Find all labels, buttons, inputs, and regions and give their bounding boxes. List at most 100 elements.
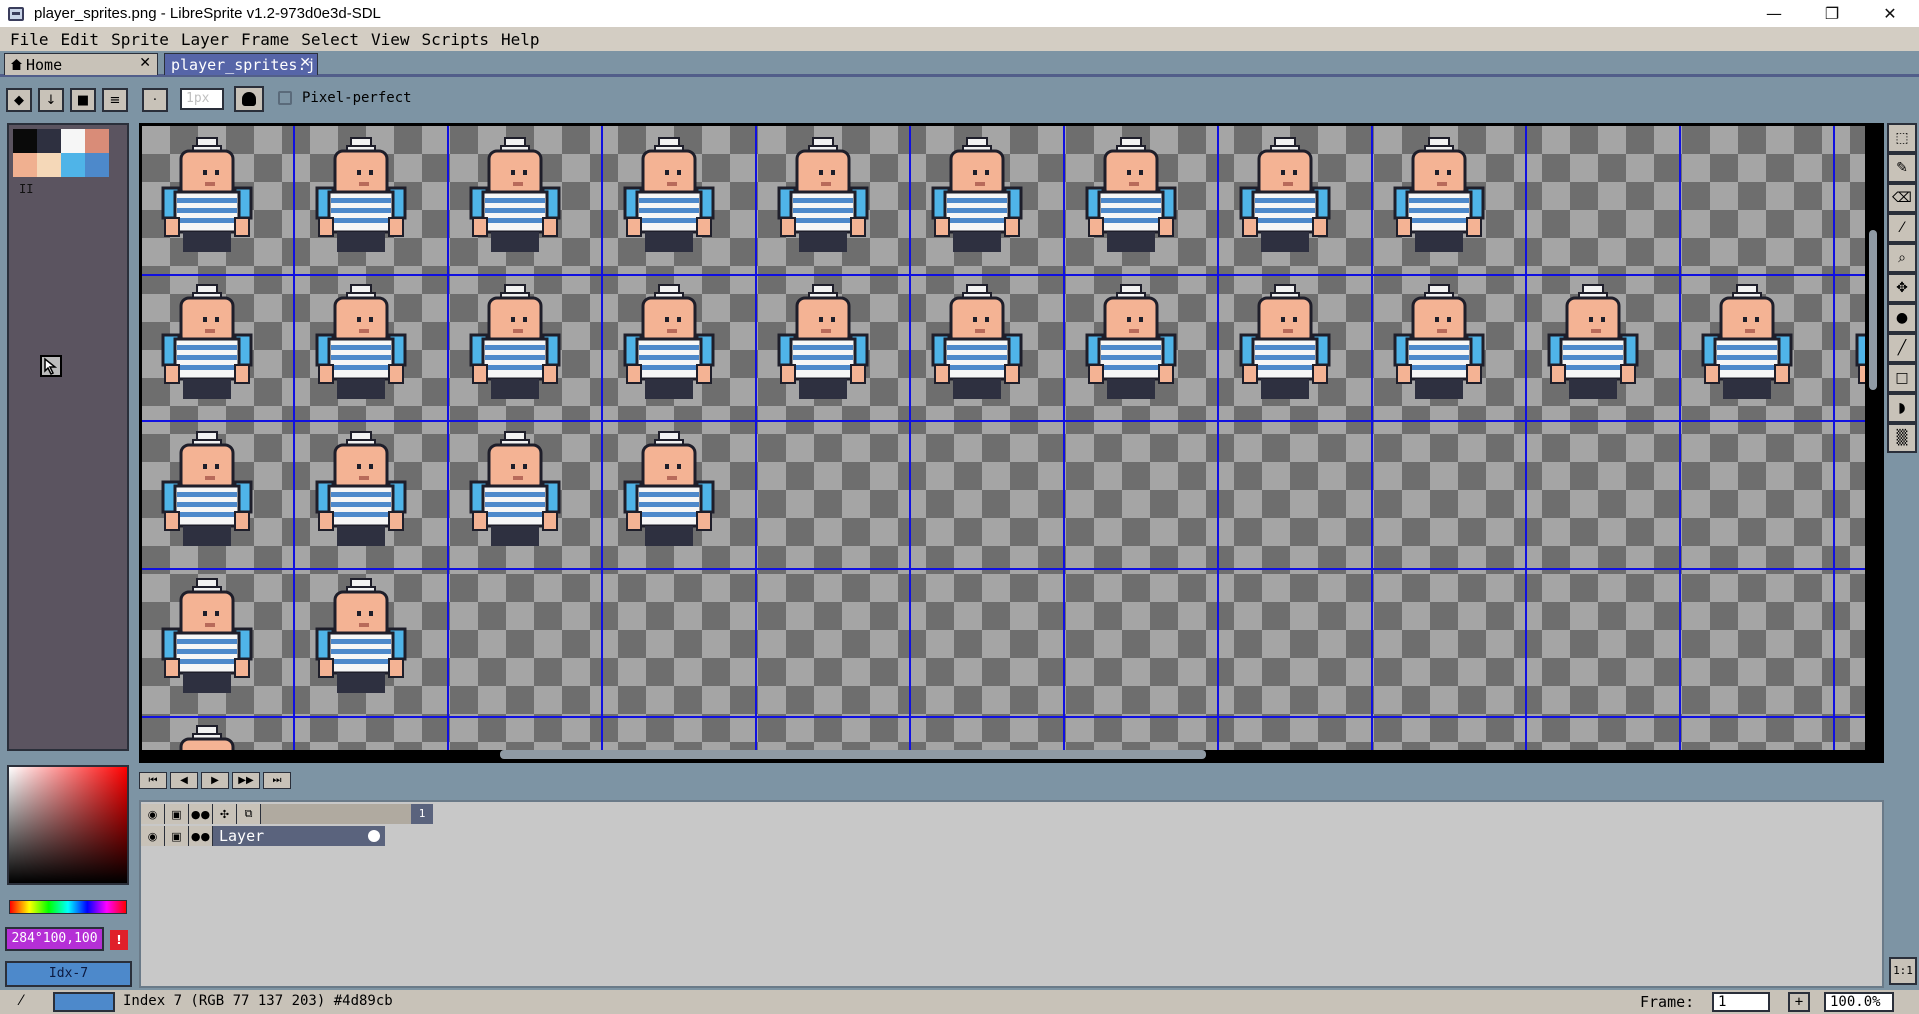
- brush-dot-icon[interactable]: ·: [142, 88, 168, 112]
- close-window-button[interactable]: ✕: [1861, 0, 1919, 27]
- palette-swatch[interactable]: [61, 153, 85, 177]
- menu-view[interactable]: View: [365, 30, 416, 49]
- eraser-tool-icon[interactable]: ⌫: [1887, 183, 1917, 213]
- sprite-frame: [461, 283, 569, 403]
- layer-name[interactable]: Layer: [213, 826, 363, 846]
- menu-layer[interactable]: Layer: [175, 30, 235, 49]
- visibility-header-icon[interactable]: ◉: [141, 804, 165, 824]
- tab-home-close-icon[interactable]: ✕: [139, 55, 151, 71]
- paint-bucket-tool-icon[interactable]: ●: [1887, 303, 1917, 333]
- tab-player-sprites[interactable]: player_sprites.j ✕: [164, 53, 318, 75]
- blur-tool-icon[interactable]: ▒: [1887, 423, 1917, 453]
- color-index-field[interactable]: Idx-7: [5, 961, 132, 987]
- sprite-frame: [307, 430, 415, 550]
- pixel-perfect-checkbox[interactable]: Pixel-perfect: [278, 90, 412, 106]
- sprite-frame: [615, 430, 723, 550]
- current-color-swatch: [53, 992, 115, 1012]
- previous-frame-button[interactable]: ◀: [170, 772, 198, 789]
- next-frame-button[interactable]: ▶▶: [232, 772, 260, 789]
- timeline-panel: ◉ ▣ ●● ✣ ⧉ 1 ◉ ▣ ●● Layer: [139, 800, 1884, 988]
- sprite-frame: [615, 136, 723, 256]
- sprite-frame: [307, 283, 415, 403]
- brush-options-icon[interactable]: ≡: [102, 88, 128, 112]
- minimize-button[interactable]: —: [1745, 0, 1803, 27]
- menu-help[interactable]: Help: [495, 30, 546, 49]
- brush-size-input[interactable]: 1px: [180, 88, 224, 110]
- contour-tool-icon[interactable]: ◗: [1887, 393, 1917, 423]
- grid-line: [142, 716, 1865, 718]
- move-tool-icon[interactable]: ✥: [1887, 273, 1917, 303]
- continuous-header-icon[interactable]: ●●: [189, 804, 213, 824]
- home-icon: [11, 59, 22, 70]
- menu-edit[interactable]: Edit: [55, 30, 106, 49]
- tab-player-sprites-close-icon[interactable]: ✕: [299, 55, 311, 71]
- cel[interactable]: [363, 826, 385, 846]
- menu-sprite[interactable]: Sprite: [105, 30, 175, 49]
- menu-frame[interactable]: Frame: [235, 30, 295, 49]
- sprite-frame: [1231, 283, 1339, 403]
- frame-input[interactable]: 1: [1712, 992, 1770, 1012]
- brush-square-icon[interactable]: ■: [70, 88, 96, 112]
- palette-swatch[interactable]: [85, 153, 109, 177]
- sprite-canvas[interactable]: [142, 126, 1865, 750]
- pencil-tool-icon[interactable]: ✎: [1887, 153, 1917, 183]
- brush-type-icon[interactable]: ◆: [6, 88, 32, 112]
- zoom-field[interactable]: 100.0%: [1824, 992, 1894, 1012]
- vertical-scrollbar[interactable]: [1869, 230, 1877, 390]
- ink-type-button[interactable]: [234, 86, 264, 112]
- grid-line: [142, 420, 1865, 422]
- brush-down-icon[interactable]: ↓: [38, 88, 64, 112]
- add-frame-button[interactable]: +: [1788, 992, 1810, 1012]
- color-spectrum[interactable]: [7, 765, 129, 885]
- continuous-icon[interactable]: ●●: [189, 826, 213, 846]
- menu-select[interactable]: Select: [295, 30, 365, 49]
- frame-number-header[interactable]: 1: [411, 804, 433, 824]
- hsv-value-field[interactable]: 284°100,100: [5, 927, 104, 951]
- lock-header-icon[interactable]: ▣: [165, 804, 189, 824]
- sprite-frame: [153, 136, 261, 256]
- menu-scripts[interactable]: Scripts: [416, 30, 495, 49]
- zoom-tool-icon[interactable]: ⌕: [1887, 243, 1917, 273]
- canvas-frame: [139, 123, 1884, 763]
- eyedropper-tool-icon[interactable]: ⁄: [1887, 213, 1917, 243]
- first-frame-button[interactable]: ⏮: [139, 772, 167, 789]
- sprite-frame: [1385, 136, 1493, 256]
- sprite-frame: [1847, 283, 1865, 403]
- palette-swatch[interactable]: [37, 153, 61, 177]
- grid-line: [293, 126, 295, 750]
- palette-swatches: [13, 129, 109, 177]
- palette-swatch[interactable]: [85, 129, 109, 153]
- grid-line: [1833, 126, 1835, 750]
- marquee-tool-icon[interactable]: ⬚: [1887, 123, 1917, 153]
- grid-line: [1525, 126, 1527, 750]
- palette-swatch[interactable]: [37, 129, 61, 153]
- play-button[interactable]: ▶: [201, 772, 229, 789]
- onion-skin-icon[interactable]: ✣: [213, 804, 237, 824]
- eye-icon[interactable]: ◉: [141, 826, 165, 846]
- link-cels-icon[interactable]: ⧉: [237, 804, 261, 824]
- grid-line: [447, 126, 449, 750]
- maximize-button[interactable]: ❐: [1803, 0, 1861, 27]
- grid-line: [755, 126, 757, 750]
- hue-slider[interactable]: [9, 900, 127, 914]
- palette-swatch[interactable]: [13, 129, 37, 153]
- palette-swatch[interactable]: [13, 153, 37, 177]
- menu-file[interactable]: File: [4, 30, 55, 49]
- color-warning-icon[interactable]: !: [110, 930, 128, 950]
- lock-icon[interactable]: ▣: [165, 826, 189, 846]
- zoom-1to1-button[interactable]: 1:1: [1889, 957, 1917, 985]
- layer-row[interactable]: ◉ ▣ ●● Layer: [141, 826, 385, 846]
- horizontal-scrollbar[interactable]: [500, 750, 1206, 759]
- grid-line: [601, 126, 603, 750]
- last-frame-button[interactable]: ⏭: [263, 772, 291, 789]
- app-icon: [8, 6, 24, 21]
- line-tool-icon[interactable]: ╱: [1887, 333, 1917, 363]
- palette-swatch[interactable]: [61, 129, 85, 153]
- tab-home[interactable]: Home ✕: [4, 53, 158, 75]
- sprite-frame: [769, 136, 877, 256]
- status-text: Index 7 (RGB 77 137 203) #4d89cb: [123, 993, 393, 1009]
- rectangle-tool-icon[interactable]: □: [1887, 363, 1917, 393]
- sprite-frame: [153, 283, 261, 403]
- eyedropper-icon: ⁄: [20, 993, 23, 1009]
- grid-line: [1063, 126, 1065, 750]
